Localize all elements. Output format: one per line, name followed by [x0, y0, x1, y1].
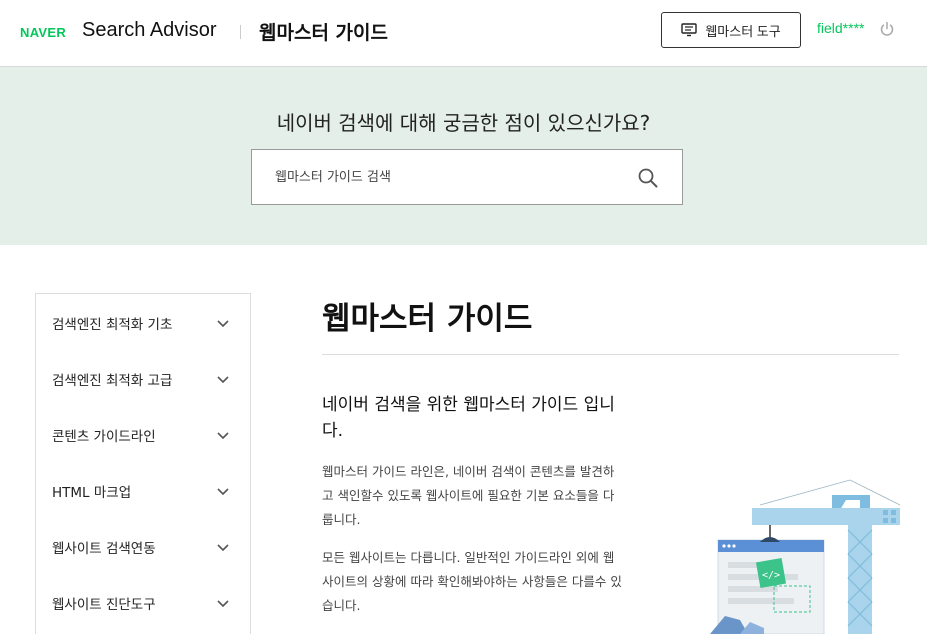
chevron-down-icon: [217, 376, 229, 384]
sidebar-item-seo-basic[interactable]: 검색엔진 최적화 기초: [36, 294, 250, 350]
chevron-down-icon: [217, 432, 229, 440]
naver-logo[interactable]: NAVER: [20, 25, 66, 40]
guide-sidebar: 검색엔진 최적화 기초 검색엔진 최적화 고급 콘텐츠 가이드라인 HTML 마…: [35, 293, 251, 634]
header-title[interactable]: 웹마스터 가이드: [259, 18, 388, 45]
sidebar-item-site-integration[interactable]: 웹사이트 검색연동: [36, 518, 250, 574]
hero-search-section: 네이버 검색에 대해 궁금한 점이 있으신가요?: [0, 67, 927, 245]
sidebar-item-label: 검색엔진 최적화 고급: [52, 373, 173, 389]
sidebar-item-label: 검색엔진 최적화 기초: [52, 317, 173, 333]
title-divider: [322, 354, 899, 355]
crane-construction-illustration: </>: [710, 479, 901, 634]
top-header: NAVER Search Advisor 웹마스터 가이드 웹마스터 도구 fi…: [0, 0, 927, 67]
monitor-icon: [681, 23, 698, 37]
svg-text:</>: </>: [762, 570, 780, 581]
header-divider: [240, 25, 241, 39]
chevron-down-icon: [217, 544, 229, 552]
lead-text: 네이버 검색을 위한 웹마스터 가이드 입니다.: [322, 395, 615, 441]
search-icon[interactable]: [637, 167, 659, 189]
search-input[interactable]: [252, 150, 622, 204]
webmaster-tool-label: 웹마스터 도구: [705, 23, 781, 39]
page-title: 웹마스터 가이드: [322, 301, 533, 337]
sidebar-item-label: 콘텐츠 가이드라인: [52, 429, 156, 445]
sidebar-item-seo-advanced[interactable]: 검색엔진 최적화 고급: [36, 350, 250, 406]
sidebar-item-label: 웹사이트 진단도구: [52, 597, 156, 613]
intro-paragraph: 웹마스터 가이드 라인은, 네이버 검색이 콘텐츠를 발견하고 색인할수 있도록…: [322, 464, 615, 527]
power-icon[interactable]: [879, 21, 895, 37]
note-paragraph: 모든 웹사이트는 다릅니다. 일반적인 가이드라인 외에 웹사이트의 상황에 따…: [322, 550, 622, 613]
search-advisor-brand[interactable]: Search Advisor: [82, 19, 217, 42]
sidebar-item-label: HTML 마크업: [52, 485, 132, 501]
sidebar-item-html-markup[interactable]: HTML 마크업: [36, 462, 250, 518]
chevron-down-icon: [217, 320, 229, 328]
search-box: [251, 149, 683, 205]
sidebar-item-label: 웹사이트 검색연동: [52, 541, 156, 557]
chevron-down-icon: [217, 600, 229, 608]
sidebar-item-content-guideline[interactable]: 콘텐츠 가이드라인: [36, 406, 250, 462]
chevron-down-icon: [217, 488, 229, 496]
sidebar-item-diagnostic-tools[interactable]: 웹사이트 진단도구: [36, 574, 250, 630]
webmaster-tool-button[interactable]: 웹마스터 도구: [661, 12, 801, 48]
hero-question: 네이버 검색에 대해 궁금한 점이 있으신가요?: [276, 111, 651, 135]
user-id[interactable]: field****: [817, 20, 864, 36]
